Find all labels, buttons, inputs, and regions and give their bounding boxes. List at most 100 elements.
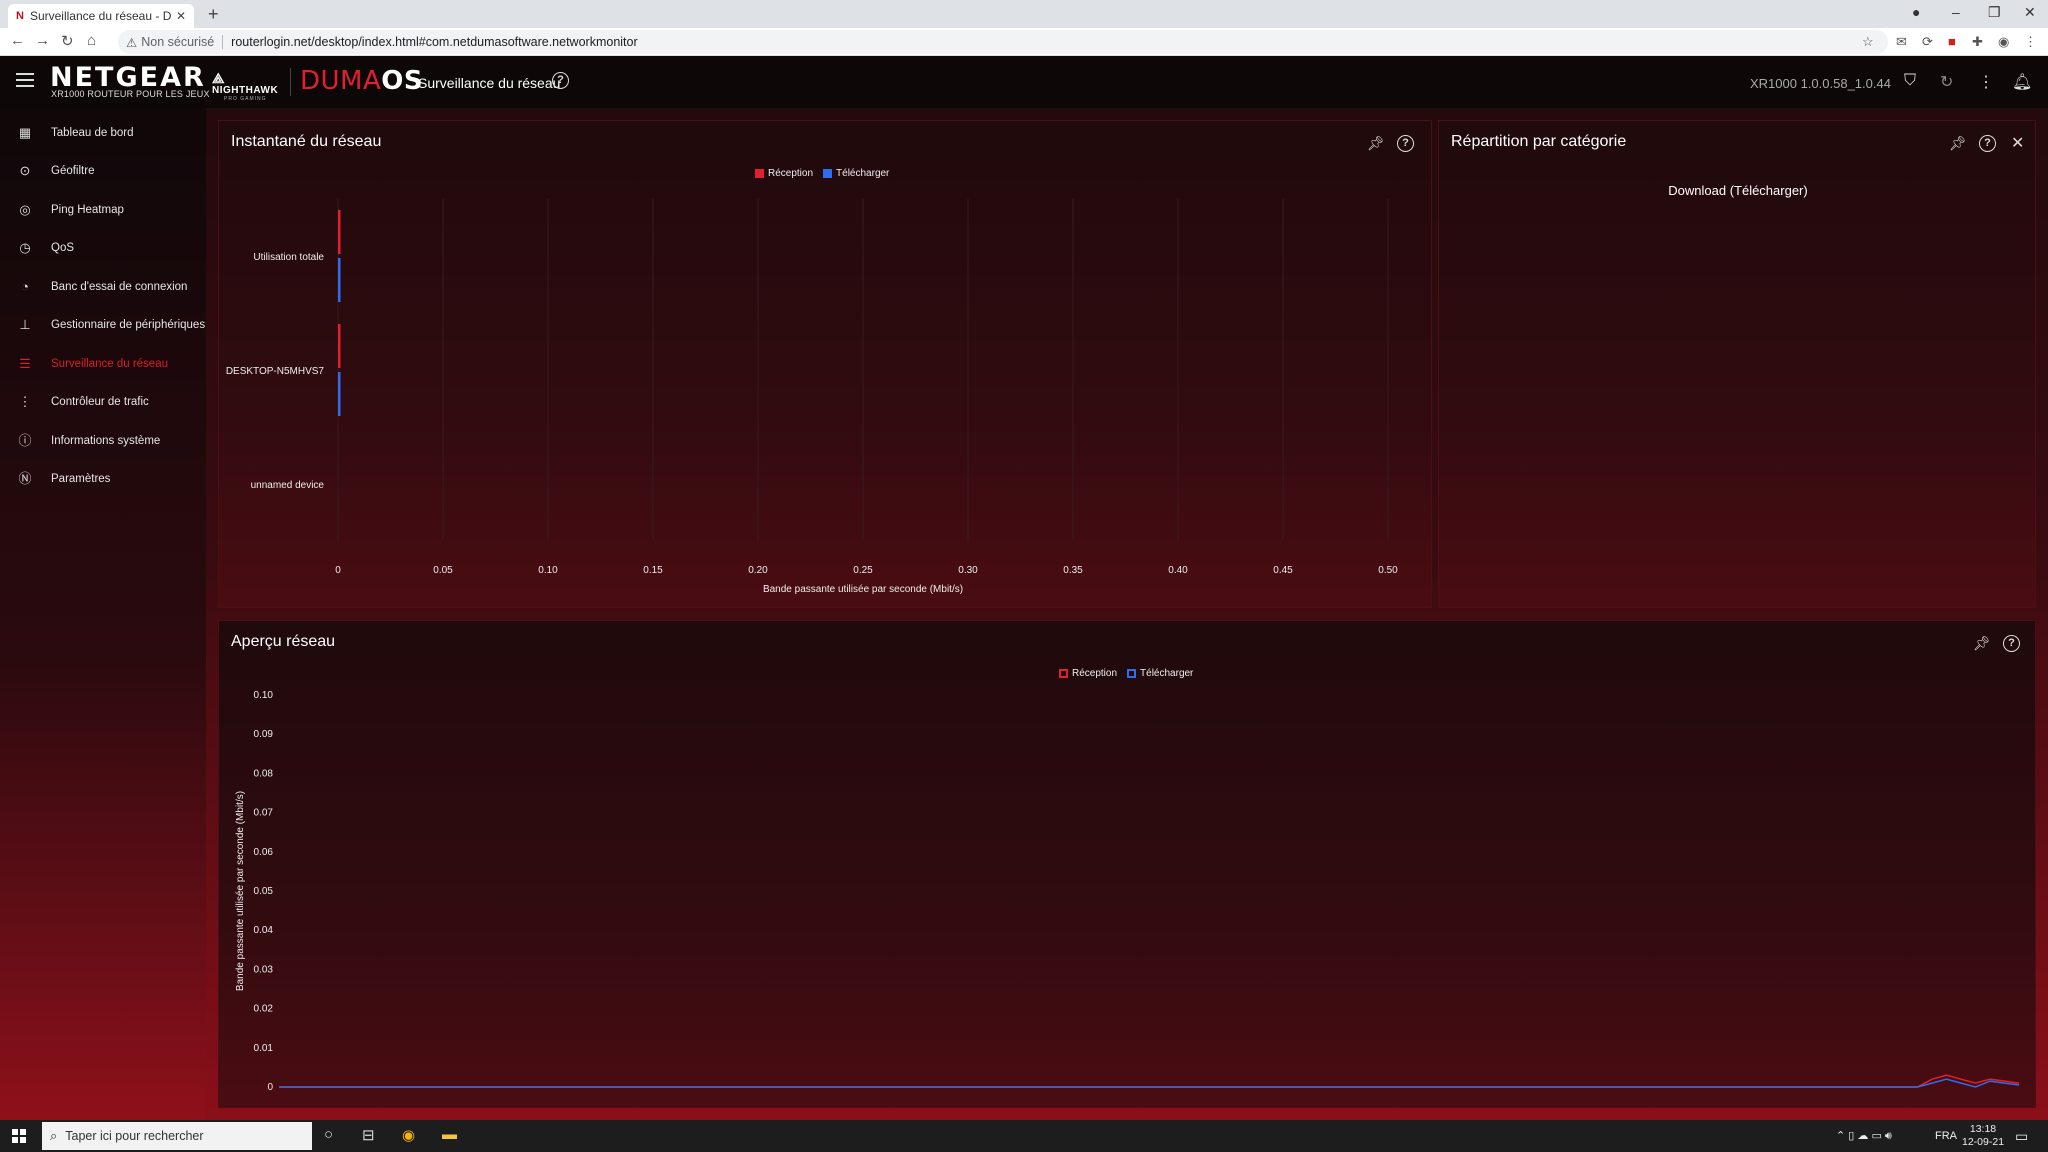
nighthawk-logo: ⟁ NIGHTHAWK xyxy=(212,70,278,96)
dumaos-logo: DUMAOS xyxy=(300,66,423,96)
sidebar-item-qos[interactable]: ◷ QoS xyxy=(0,229,206,267)
windows-start-icon[interactable] xyxy=(12,1129,26,1143)
settings-icon: Ⓝ xyxy=(18,471,32,486)
nighthawk-text: NIGHTHAWK xyxy=(212,85,279,96)
extension-mail-icon[interactable]: ✉ xyxy=(1896,34,1907,50)
y-tick-label: 0.07 xyxy=(254,808,274,819)
category-label: Utilisation totale xyxy=(253,252,324,263)
dumaos-logo-suffix: OS xyxy=(381,66,424,96)
warning-icon: ⚠ xyxy=(126,35,138,50)
sidebar-item-ping-heatmap[interactable]: ◎ Ping Heatmap xyxy=(0,191,206,229)
sidebar-item-label: Surveillance du réseau xyxy=(51,358,168,370)
bookmark-star-icon[interactable]: ☆ xyxy=(1862,34,1874,50)
x-tick-label: 0.15 xyxy=(643,565,663,576)
more-options-icon[interactable]: ⋮ xyxy=(1978,72,1994,92)
geofilter-icon: ⊙ xyxy=(19,163,31,178)
sidebar-item-dashboard[interactable]: ▦ Tableau de bord xyxy=(0,114,206,152)
address-bar-row: ← → ↻ ⌂ ⚠ Non sécurisé routerlogin.net/d… xyxy=(0,28,2048,56)
network-monitor-icon: ☰ xyxy=(19,356,31,371)
y-tick-label: 0.08 xyxy=(254,768,274,779)
chrome-icon[interactable]: ◉ xyxy=(402,1126,415,1144)
cortana-icon[interactable]: ○ xyxy=(324,1126,333,1143)
bar xyxy=(338,324,341,368)
y-tick-label: 0 xyxy=(267,1082,273,1093)
y-axis-label: Bande passante utilisée par seconde (Mbi… xyxy=(235,791,246,991)
minimize-icon[interactable]: – xyxy=(1952,4,1960,20)
overview-chart: 0 0.01 0.02 0.03 0.04 0.05 0.06 0.07 0.08 0.09 0.1… xyxy=(235,690,2020,1093)
reload-icon[interactable]: ↻ xyxy=(61,32,74,50)
language-indicator[interactable]: FRA xyxy=(1935,1130,1957,1142)
x-tick-label: 0.20 xyxy=(748,565,768,576)
clock[interactable]: 13:18 12-09-21 xyxy=(1962,1123,2004,1149)
extension-shield-icon[interactable]: ■ xyxy=(1948,34,1956,49)
y-tick-label: 0.06 xyxy=(254,847,274,858)
snapshot-chart: 0 0.05 0.10 0.15 0.20 0.25 0.30 0.35 0.40 0.45 0.5… xyxy=(226,199,1398,595)
forward-icon[interactable]: → xyxy=(35,32,50,49)
system-info-icon: ⓘ xyxy=(18,433,32,448)
back-icon[interactable]: ← xyxy=(10,32,25,49)
category-label: DESKTOP-N5MHVS7 xyxy=(226,366,325,377)
bar xyxy=(338,258,341,302)
notification-bell-icon[interactable]: 🔔︎ xyxy=(2012,72,2032,92)
series-line xyxy=(279,1078,2020,1088)
nighthawk-subtitle: PRO GAMING xyxy=(224,96,267,102)
x-tick-label: 0.50 xyxy=(1378,565,1398,576)
sidebar-item-label: Banc d'essai de connexion xyxy=(51,281,188,293)
sidebar-item-label: Tableau de bord xyxy=(51,127,134,139)
help-icon[interactable]: ? xyxy=(552,72,569,89)
file-explorer-icon[interactable]: ▬ xyxy=(442,1126,457,1143)
device-manager-icon: ⊥ xyxy=(19,317,31,332)
speedtest-icon: ◔ xyxy=(21,279,29,294)
tab-title: Surveillance du réseau - DumaO xyxy=(29,9,172,23)
pin-icon[interactable]: 📌︎ xyxy=(1949,135,1967,152)
sidebar-item-label: QoS xyxy=(51,242,75,254)
extension-cast-icon[interactable]: ⟳ xyxy=(1922,34,1933,50)
taskbar-search[interactable]: ⌕ Taper ici pour rechercher xyxy=(42,1122,312,1150)
task-view-icon[interactable]: ⊟ xyxy=(362,1126,375,1144)
url-field[interactable]: ⚠ Non sécurisé routerlogin.net/desktop/i… xyxy=(118,30,1888,54)
sidebar-item-network-monitor[interactable]: ☰ Surveillance du réseau xyxy=(0,345,206,383)
y-tick-label: 0.10 xyxy=(254,690,274,701)
sidebar-item-device-manager[interactable]: ⊥ Gestionnaire de périphériques xyxy=(0,306,206,344)
sidebar-item-system-info[interactable]: ⓘ Informations système xyxy=(0,422,206,460)
shield-icon[interactable]: ⛉ xyxy=(1904,72,1916,90)
x-tick-label: 0.40 xyxy=(1168,565,1188,576)
dumaos-logo-prefix: DUMA xyxy=(300,66,382,96)
sidebar-item-settings[interactable]: Ⓝ Paramètres xyxy=(0,460,206,498)
sidebar-item-speedtest[interactable]: ◔ Banc d'essai de connexion xyxy=(0,268,206,306)
dashboard-icon: ▦ xyxy=(18,125,32,140)
category-label: unnamed device xyxy=(251,480,325,491)
close-icon[interactable]: ✕ xyxy=(2011,133,2024,153)
browser-menu-icon[interactable]: ⋮ xyxy=(2024,34,2037,50)
extensions-puzzle-icon[interactable]: ✚ xyxy=(1972,34,1983,50)
sidebar-item-traffic-controller[interactable]: ⋮ Contrôleur de trafic xyxy=(0,383,206,421)
browser-tab[interactable]: N Surveillance du réseau - DumaO ✕ xyxy=(8,4,194,28)
help-icon[interactable]: ? xyxy=(1979,135,1996,152)
firmware-version: XR1000 1.0.0.58_1.0.44 xyxy=(1750,76,1891,91)
sidebar-item-label: Ping Heatmap xyxy=(51,204,124,216)
x-tick-label: 0 xyxy=(335,565,341,576)
category-breakdown-panel: Répartition par catégorie 📌︎ ? ✕ Downloa… xyxy=(1438,120,2036,608)
notification-center-icon[interactable]: ▭ xyxy=(2015,1128,2028,1145)
system-tray-icons[interactable]: ⌃ ▯ ☁ ▭ 🔊︎ xyxy=(1836,1129,1892,1143)
profile-indicator-icon[interactable]: ● xyxy=(1912,4,1920,20)
close-tab-icon[interactable]: ✕ xyxy=(176,9,186,23)
taskbar: ⌕ Taper ici pour rechercher ○ ⊟ ◉ ▬ ⌃ ▯ … xyxy=(0,1120,2048,1152)
bar xyxy=(338,372,341,416)
new-tab-icon[interactable]: + xyxy=(208,4,219,25)
network-overview-panel: Aperçu réseau 📌︎ ? Réception Télécharger… xyxy=(218,620,2036,1108)
hamburger-menu-icon[interactable] xyxy=(16,73,34,87)
close-window-icon[interactable]: ✕ xyxy=(2024,4,2036,21)
home-icon[interactable]: ⌂ xyxy=(87,32,96,49)
header-divider xyxy=(290,68,291,96)
avatar[interactable]: ◉ xyxy=(1998,34,2009,50)
search-icon: ⌕ xyxy=(50,1128,58,1143)
restore-icon[interactable]: ❐ xyxy=(1988,4,2001,21)
clock-date: 12-09-21 xyxy=(1962,1136,2005,1148)
y-tick-label: 0.01 xyxy=(254,1043,274,1054)
y-tick-label: 0.03 xyxy=(254,964,274,975)
url-text: routerlogin.net/desktop/index.html#com.n… xyxy=(231,35,638,49)
search-placeholder: Taper ici pour rechercher xyxy=(65,1129,204,1143)
sidebar-item-geofilter[interactable]: ⊙ Géofiltre xyxy=(0,152,206,190)
refresh-icon[interactable]: ↻ xyxy=(1940,72,1953,92)
